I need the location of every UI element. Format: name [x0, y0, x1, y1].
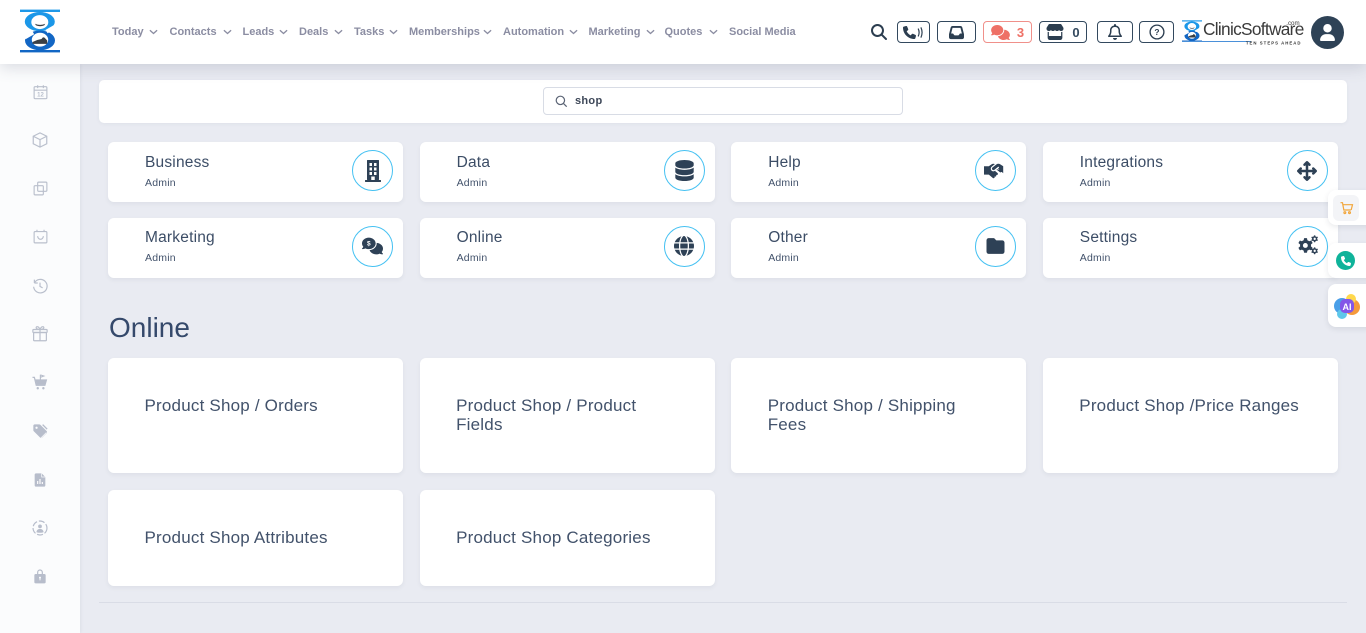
- svg-text:?: ?: [1154, 27, 1159, 37]
- svg-text:12: 12: [37, 92, 44, 98]
- svg-text:$: $: [367, 241, 371, 248]
- svg-text:AI: AI: [1343, 302, 1352, 312]
